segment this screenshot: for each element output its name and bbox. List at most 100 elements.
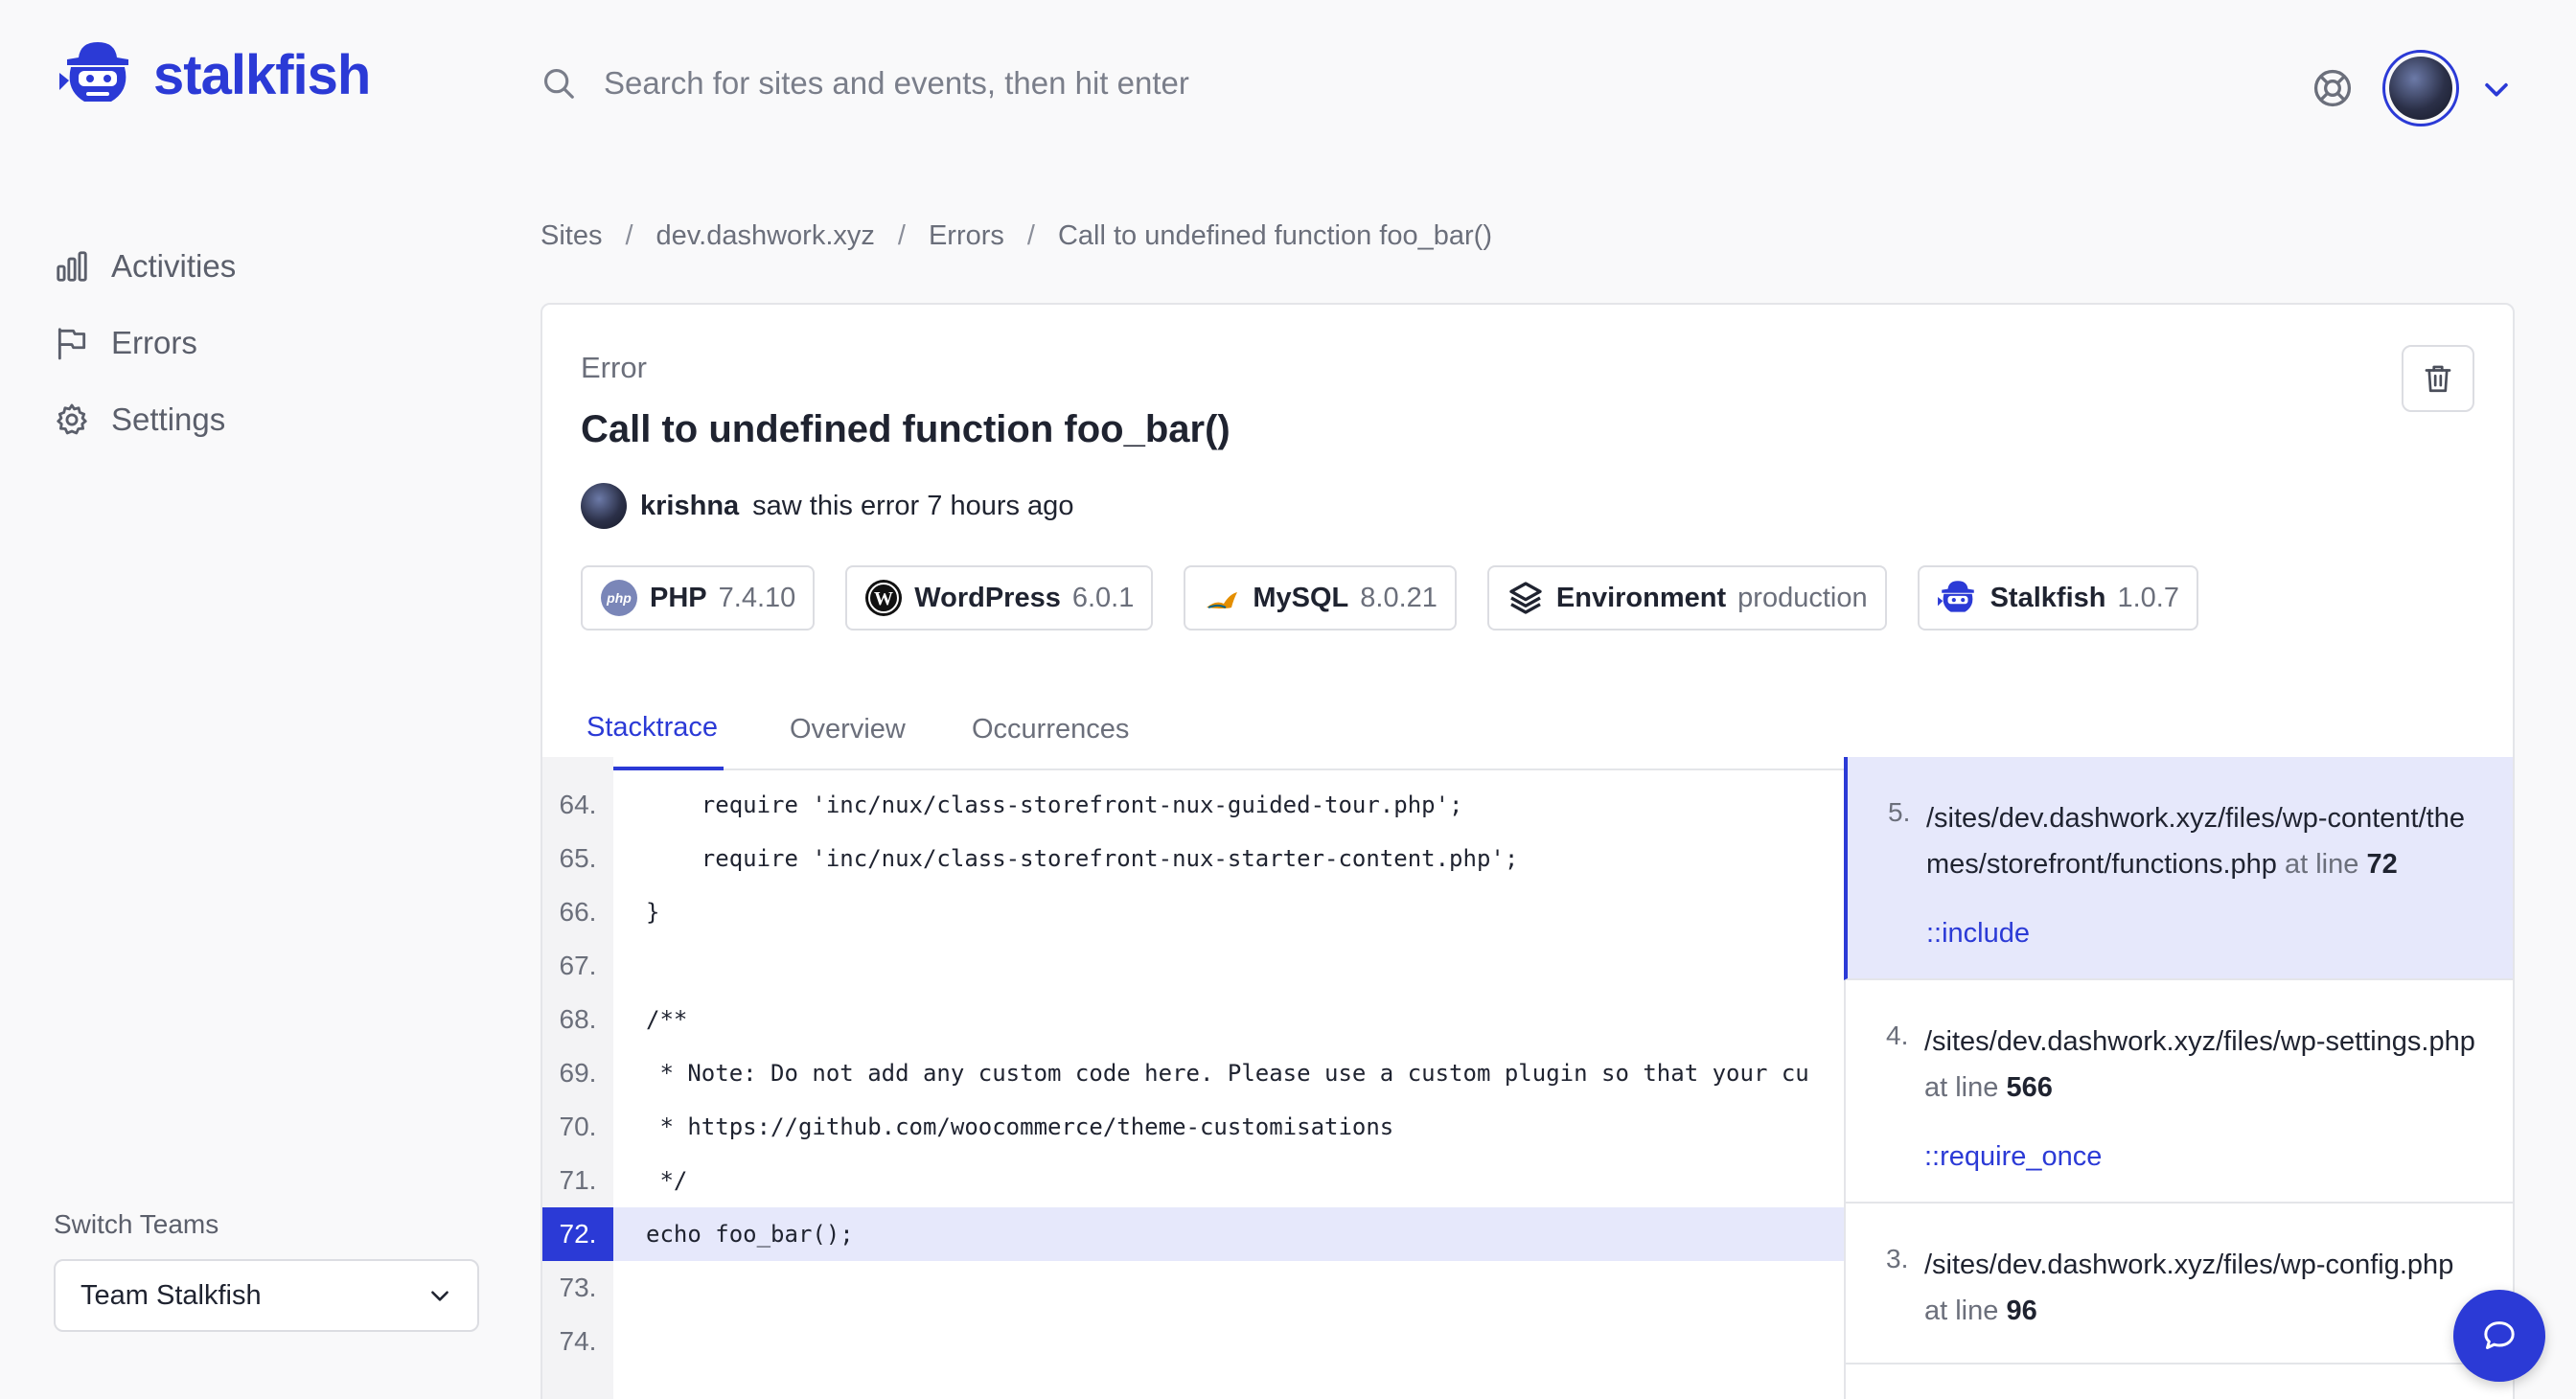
code-line: 70. * https://github.com/woocommerce/the… [542, 1100, 1844, 1154]
code-line: 65. require 'inc/nux/class-storefront-nu… [542, 832, 1844, 885]
line-number: 74. [542, 1315, 613, 1368]
sidebar-nav: Activities Errors Settings [54, 228, 236, 458]
search-input[interactable] [604, 65, 1754, 102]
code-text: echo foo_bar(); [646, 1221, 854, 1248]
code-line: 67. [542, 939, 1844, 993]
sidebar-item-activities[interactable]: Activities [54, 228, 236, 305]
layers-icon [1509, 582, 1542, 614]
frame-line: 566 [2006, 1072, 2053, 1103]
badge-value: 8.0.21 [1360, 582, 1438, 613]
search-bar [540, 65, 1754, 102]
code-text: */ [646, 1167, 688, 1194]
error-card: Error Call to undefined function foo_bar… [540, 303, 2515, 1399]
chat-bubble-icon [2484, 1321, 2515, 1349]
badge-value: 6.0.1 [1071, 582, 1135, 613]
code-text: } [646, 899, 660, 926]
svg-text:php: php [606, 590, 632, 606]
badge-value: 7.4.10 [718, 582, 796, 613]
frame-at-label: at line [1924, 1072, 1999, 1103]
seen-by-line: krishna saw this error 7 hours ago [581, 483, 1073, 529]
bar-chart-icon [57, 251, 87, 282]
badge-value: production [1737, 582, 1868, 613]
chat-button[interactable] [2453, 1290, 2545, 1382]
seen-user[interactable]: krishna [640, 491, 739, 522]
badge-mysql: MySQL 8.0.21 [1184, 565, 1457, 631]
page-title: Call to undefined function foo_bar() [581, 408, 1230, 450]
breadcrumb-separator: / [625, 220, 633, 251]
user-menu-chevron[interactable] [2480, 73, 2513, 110]
code-line: 71. */ [542, 1154, 1844, 1207]
delete-button[interactable] [2402, 345, 2474, 412]
sidebar-item-errors[interactable]: Errors [54, 305, 236, 381]
frame-number: 3. [1886, 1244, 1909, 1273]
switch-teams: Switch Teams Team Stalkfish [54, 1209, 479, 1332]
breadcrumb-errors[interactable]: Errors [929, 220, 1004, 252]
frame-path: /sites/dev.dashwork.xyz/files/wp-config.… [1924, 1242, 2476, 1334]
code-text: require 'inc/nux/class-storefront-nux-gu… [646, 791, 1463, 818]
stack-frame[interactable]: 5. /sites/dev.dashwork.xyz/files/wp-cont… [1844, 757, 2513, 980]
stalkfish-icon [1937, 581, 1974, 612]
trash-icon [2425, 365, 2451, 393]
php-icon: php [601, 580, 637, 616]
badge-name: Stalkfish [1990, 582, 2106, 613]
code-text: * Note: Do not add any custom code here.… [646, 1060, 1809, 1087]
flag-icon [58, 328, 86, 360]
stalkfish-logo-icon [59, 42, 128, 102]
svg-text:W: W [874, 588, 893, 609]
line-number: 67. [542, 939, 613, 993]
gear-icon [57, 403, 87, 435]
line-number: 66. [542, 885, 613, 939]
frame-number: 4. [1886, 1021, 1909, 1050]
user-avatar-button[interactable] [2382, 50, 2459, 126]
breadcrumb-separator: / [1026, 220, 1035, 251]
line-number: 73. [542, 1261, 613, 1315]
avatar [2389, 57, 2452, 120]
line-number: 69. [542, 1046, 613, 1100]
frame-line: 96 [2006, 1296, 2037, 1326]
frame-path: /sites/dev.dashwork.xyz/files/wp-setting… [1924, 1019, 2476, 1111]
line-number: 72. [542, 1207, 613, 1261]
breadcrumb: Sites / dev.dashwork.xyz / Errors / Call… [540, 220, 1492, 252]
breadcrumb-current: Call to undefined function foo_bar() [1057, 220, 1492, 251]
frame-at-label: at line [2284, 849, 2359, 880]
code-viewer: 64. require 'inc/nux/class-storefront-nu… [542, 757, 1844, 1399]
frame-function[interactable]: ::require_once [1924, 1141, 2476, 1173]
code-text: /** [646, 1006, 688, 1033]
lifebuoy-icon [2313, 69, 2352, 107]
logo[interactable]: stalkfish [58, 38, 371, 111]
line-number: 65. [542, 832, 613, 885]
breadcrumb-sites[interactable]: Sites [540, 220, 602, 252]
sidebar-item-label: Activities [111, 248, 237, 284]
line-number: 70. [542, 1100, 613, 1154]
help-button[interactable] [2312, 67, 2354, 114]
search-icon [543, 68, 574, 99]
code-line: 64. require 'inc/nux/class-storefront-nu… [542, 778, 1844, 832]
badge-name: WordPress [914, 582, 1061, 613]
badge-wordpress: W WordPress 6.0.1 [845, 565, 1154, 631]
stack-frames: 5. /sites/dev.dashwork.xyz/files/wp-cont… [1844, 757, 2513, 1399]
mysql-icon [1207, 592, 1238, 608]
badge-name: Environment [1555, 582, 1727, 613]
stack-frame[interactable]: 4. /sites/dev.dashwork.xyz/files/wp-sett… [1846, 980, 2513, 1204]
code-text: require 'inc/nux/class-storefront-nux-st… [646, 845, 1519, 872]
code-line: 73. [542, 1261, 1844, 1315]
breadcrumb-site[interactable]: dev.dashwork.xyz [656, 220, 875, 252]
frame-path: /sites/dev.dashwork.xyz/files/wp-content… [1926, 795, 2476, 887]
frame-file: /sites/dev.dashwork.xyz/files/wp-config.… [1924, 1250, 2454, 1280]
frame-file: /sites/dev.dashwork.xyz/files/wp-setting… [1924, 1026, 2475, 1057]
avatar [581, 483, 627, 529]
sidebar-item-settings[interactable]: Settings [54, 381, 236, 458]
badge-environment: Environment production [1486, 565, 1887, 631]
line-number: 64. [542, 778, 613, 832]
stack-frame[interactable]: 3. /sites/dev.dashwork.xyz/files/wp-conf… [1846, 1204, 2513, 1365]
frame-function[interactable]: ::include [1926, 918, 2476, 950]
sidebar-item-label: Settings [111, 401, 226, 437]
wordpress-icon: W [865, 580, 903, 616]
code-line: 69. * Note: Do not add any custom code h… [542, 1046, 1844, 1100]
code-padding [542, 757, 1844, 778]
team-select[interactable]: Team Stalkfish [54, 1259, 479, 1332]
badge-name: MySQL [1253, 582, 1349, 613]
switch-teams-label: Switch Teams [54, 1209, 219, 1239]
error-kicker: Error [581, 351, 647, 384]
badge-name: PHP [650, 582, 707, 613]
